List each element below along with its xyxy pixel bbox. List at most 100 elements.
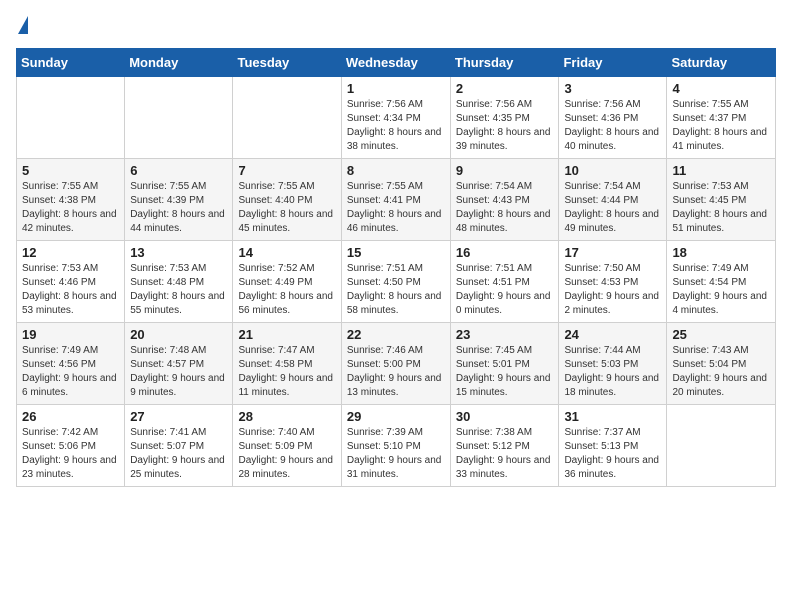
day-info: Sunrise: 7:41 AM Sunset: 5:07 PM Dayligh… [130,426,227,482]
header-sunday: Sunday [17,49,125,77]
header-saturday: Saturday [667,49,776,77]
calendar-cell: 12 Sunrise: 7:53 AM Sunset: 4:46 PM Dayli… [17,241,125,323]
day-number: 2 [456,81,554,96]
page-header [16,16,776,36]
calendar-cell: 10Sunrise: 7:54 AM Sunset: 4:44 PM Dayli… [559,159,667,241]
day-info: Sunrise: 7:53 AM Sunset: 4:45 PM Dayligh… [672,180,770,236]
calendar-cell: 5 Sunrise: 7:55 AM Sunset: 4:38 PM Daylig… [17,159,125,241]
day-number: 28 [238,409,335,424]
day-number: 16 [456,245,554,260]
header-thursday: Thursday [450,49,559,77]
calendar-cell: 25 Sunrise: 7:43 AM Sunset: 5:04 PM Dayli… [667,323,776,405]
calendar-cell: 11 Sunrise: 7:53 AM Sunset: 4:45 PM Dayli… [667,159,776,241]
day-number: 8 [347,163,445,178]
day-number: 17 [564,245,661,260]
calendar-cell [667,405,776,487]
day-info: Sunrise: 7:45 AM Sunset: 5:01 PM Dayligh… [456,344,554,400]
day-number: 20 [130,327,227,342]
day-number: 11 [672,163,770,178]
calendar-cell: 31 Sunrise: 7:37 AM Sunset: 5:13 PM Dayli… [559,405,667,487]
day-info: Sunrise: 7:55 AM Sunset: 4:41 PM Dayligh… [347,180,445,236]
calendar-cell: 26Sunrise: 7:42 AM Sunset: 5:06 PM Dayli… [17,405,125,487]
calendar-cell: 22 Sunrise: 7:46 AM Sunset: 5:00 PM Dayli… [341,323,450,405]
day-info: Sunrise: 7:56 AM Sunset: 4:36 PM Dayligh… [564,98,661,154]
header-wednesday: Wednesday [341,49,450,77]
calendar-week-1: 5 Sunrise: 7:55 AM Sunset: 4:38 PM Daylig… [17,159,776,241]
calendar-cell [125,77,233,159]
day-number: 5 [22,163,119,178]
day-info: Sunrise: 7:37 AM Sunset: 5:13 PM Dayligh… [564,426,661,482]
day-info: Sunrise: 7:55 AM Sunset: 4:38 PM Dayligh… [22,180,119,236]
logo-triangle-icon [18,16,28,34]
day-number: 25 [672,327,770,342]
day-info: Sunrise: 7:55 AM Sunset: 4:40 PM Dayligh… [238,180,335,236]
day-info: Sunrise: 7:43 AM Sunset: 5:04 PM Dayligh… [672,344,770,400]
day-info: Sunrise: 7:56 AM Sunset: 4:34 PM Dayligh… [347,98,445,154]
day-number: 21 [238,327,335,342]
logo [16,16,28,36]
day-info: Sunrise: 7:40 AM Sunset: 5:09 PM Dayligh… [238,426,335,482]
calendar-cell: 20 Sunrise: 7:48 AM Sunset: 4:57 PM Dayli… [125,323,233,405]
day-info: Sunrise: 7:49 AM Sunset: 4:54 PM Dayligh… [672,262,770,318]
calendar-cell: 2 Sunrise: 7:56 AM Sunset: 4:35 PM Daylig… [450,77,559,159]
calendar-cell: 16 Sunrise: 7:51 AM Sunset: 4:51 PM Dayli… [450,241,559,323]
day-number: 4 [672,81,770,96]
day-info: Sunrise: 7:49 AM Sunset: 4:56 PM Dayligh… [22,344,119,400]
calendar-week-2: 12 Sunrise: 7:53 AM Sunset: 4:46 PM Dayli… [17,241,776,323]
calendar-cell: 14 Sunrise: 7:52 AM Sunset: 4:49 PM Dayli… [233,241,341,323]
day-info: Sunrise: 7:52 AM Sunset: 4:49 PM Dayligh… [238,262,335,318]
day-number: 24 [564,327,661,342]
header-monday: Monday [125,49,233,77]
calendar-cell [233,77,341,159]
day-number: 29 [347,409,445,424]
day-number: 12 [22,245,119,260]
day-number: 3 [564,81,661,96]
calendar-cell: 6 Sunrise: 7:55 AM Sunset: 4:39 PM Daylig… [125,159,233,241]
day-info: Sunrise: 7:53 AM Sunset: 4:48 PM Dayligh… [130,262,227,318]
day-info: Sunrise: 7:55 AM Sunset: 4:37 PM Dayligh… [672,98,770,154]
header-tuesday: Tuesday [233,49,341,77]
calendar-cell: 1Sunrise: 7:56 AM Sunset: 4:34 PM Daylig… [341,77,450,159]
day-info: Sunrise: 7:48 AM Sunset: 4:57 PM Dayligh… [130,344,227,400]
day-number: 15 [347,245,445,260]
calendar-cell: 28 Sunrise: 7:40 AM Sunset: 5:09 PM Dayli… [233,405,341,487]
calendar-cell: 3 Sunrise: 7:56 AM Sunset: 4:36 PM Daylig… [559,77,667,159]
calendar-cell: 9 Sunrise: 7:54 AM Sunset: 4:43 PM Daylig… [450,159,559,241]
day-info: Sunrise: 7:54 AM Sunset: 4:44 PM Dayligh… [564,180,661,236]
calendar-cell: 7 Sunrise: 7:55 AM Sunset: 4:40 PM Daylig… [233,159,341,241]
day-info: Sunrise: 7:56 AM Sunset: 4:35 PM Dayligh… [456,98,554,154]
day-number: 30 [456,409,554,424]
calendar-week-0: 1Sunrise: 7:56 AM Sunset: 4:34 PM Daylig… [17,77,776,159]
day-number: 14 [238,245,335,260]
calendar-cell: 15 Sunrise: 7:51 AM Sunset: 4:50 PM Dayli… [341,241,450,323]
day-info: Sunrise: 7:54 AM Sunset: 4:43 PM Dayligh… [456,180,554,236]
day-info: Sunrise: 7:53 AM Sunset: 4:46 PM Dayligh… [22,262,119,318]
day-number: 18 [672,245,770,260]
calendar-cell [17,77,125,159]
day-info: Sunrise: 7:51 AM Sunset: 4:50 PM Dayligh… [347,262,445,318]
calendar-week-4: 26Sunrise: 7:42 AM Sunset: 5:06 PM Dayli… [17,405,776,487]
calendar-cell: 4 Sunrise: 7:55 AM Sunset: 4:37 PM Daylig… [667,77,776,159]
calendar-cell: 29Sunrise: 7:39 AM Sunset: 5:10 PM Dayli… [341,405,450,487]
calendar-cell: 17 Sunrise: 7:50 AM Sunset: 4:53 PM Dayli… [559,241,667,323]
day-number: 6 [130,163,227,178]
calendar-cell: 30Sunrise: 7:38 AM Sunset: 5:12 PM Dayli… [450,405,559,487]
calendar-week-3: 19Sunrise: 7:49 AM Sunset: 4:56 PM Dayli… [17,323,776,405]
day-info: Sunrise: 7:46 AM Sunset: 5:00 PM Dayligh… [347,344,445,400]
day-number: 13 [130,245,227,260]
calendar-cell: 18 Sunrise: 7:49 AM Sunset: 4:54 PM Dayli… [667,241,776,323]
day-number: 22 [347,327,445,342]
day-number: 27 [130,409,227,424]
calendar-cell: 23 Sunrise: 7:45 AM Sunset: 5:01 PM Dayli… [450,323,559,405]
day-number: 26 [22,409,119,424]
calendar-cell: 27 Sunrise: 7:41 AM Sunset: 5:07 PM Dayli… [125,405,233,487]
day-number: 7 [238,163,335,178]
calendar-cell: 21 Sunrise: 7:47 AM Sunset: 4:58 PM Dayli… [233,323,341,405]
day-number: 23 [456,327,554,342]
day-number: 9 [456,163,554,178]
day-info: Sunrise: 7:55 AM Sunset: 4:39 PM Dayligh… [130,180,227,236]
day-info: Sunrise: 7:47 AM Sunset: 4:58 PM Dayligh… [238,344,335,400]
day-info: Sunrise: 7:50 AM Sunset: 4:53 PM Dayligh… [564,262,661,318]
day-info: Sunrise: 7:51 AM Sunset: 4:51 PM Dayligh… [456,262,554,318]
day-number: 31 [564,409,661,424]
